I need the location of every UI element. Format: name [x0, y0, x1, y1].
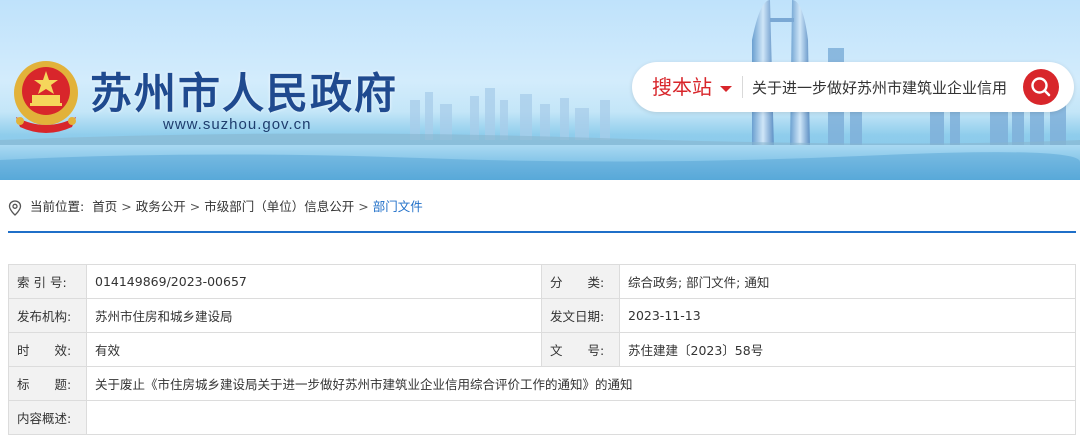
- breadcrumb-separator: >: [189, 199, 201, 214]
- validity-label: 时 效:: [8, 332, 87, 367]
- site-banner: 苏州市人民政府 www.suzhou.gov.cn 搜本站: [0, 0, 1080, 180]
- table-row: 时 效: 有效 文 号: 苏住建建〔2023〕58号: [8, 332, 1076, 367]
- search-scope-dropdown[interactable]: 搜本站: [652, 62, 732, 112]
- breadcrumb-prefix: 当前位置:: [30, 199, 85, 214]
- site-url[interactable]: www.suzhou.gov.cn: [163, 116, 311, 133]
- breadcrumb-divider: [8, 231, 1076, 233]
- search-icon: [1031, 77, 1051, 97]
- date-label: 发文日期:: [541, 298, 620, 333]
- summary-value: [86, 400, 1076, 435]
- breadcrumb-separator: >: [121, 199, 132, 214]
- location-pin-icon: [8, 199, 22, 216]
- search-separator: [742, 76, 743, 98]
- national-emblem-icon: [14, 61, 78, 133]
- title-label: 标 题:: [8, 366, 87, 401]
- caret-down-icon: [720, 85, 732, 92]
- document-info-table: 索 引 号: 014149869/2023-00657 分 类: 综合政务; 部…: [8, 264, 1076, 435]
- index-label: 索 引 号:: [8, 264, 87, 299]
- breadcrumb-dept-docs[interactable]: 部门文件: [373, 199, 423, 214]
- breadcrumb-gov-affairs[interactable]: 政务公开: [136, 199, 186, 214]
- date-value: 2023-11-13: [619, 298, 1076, 333]
- site-title[interactable]: 苏州市人民政府: [90, 60, 398, 121]
- breadcrumb-home[interactable]: 首页: [92, 199, 117, 214]
- search-scope-label: 搜本站: [652, 75, 712, 99]
- breadcrumb: 当前位置: 首页 > 政务公开 > 市级部门（单位）信息公开 > 部门文件: [8, 197, 423, 217]
- title-value: 关于废止《市住房城乡建设局关于进一步做好苏州市建筑业企业信用综合评价工作的通知》…: [86, 366, 1076, 401]
- validity-value: 有效: [86, 332, 542, 367]
- search-button[interactable]: [1023, 69, 1059, 105]
- search-input[interactable]: [752, 74, 1010, 100]
- breadcrumb-dept-info[interactable]: 市级部门（单位）信息公开: [204, 199, 354, 214]
- table-row: 发布机构: 苏州市住房和城乡建设局 发文日期: 2023-11-13: [8, 298, 1076, 333]
- index-value: 014149869/2023-00657: [86, 264, 542, 299]
- summary-label: 内容概述:: [8, 400, 87, 435]
- table-row: 内容概述:: [8, 400, 1076, 435]
- doc-number-value: 苏住建建〔2023〕58号: [619, 332, 1076, 367]
- publisher-label: 发布机构:: [8, 298, 87, 333]
- search-bar: 搜本站: [632, 62, 1074, 112]
- table-row: 标 题: 关于废止《市住房城乡建设局关于进一步做好苏州市建筑业企业信用综合评价工…: [8, 366, 1076, 401]
- breadcrumb-separator: >: [358, 199, 369, 214]
- category-label: 分 类:: [541, 264, 620, 299]
- table-row: 索 引 号: 014149869/2023-00657 分 类: 综合政务; 部…: [8, 264, 1076, 299]
- doc-number-label: 文 号:: [541, 332, 620, 367]
- category-value: 综合政务; 部门文件; 通知: [619, 264, 1076, 299]
- publisher-value: 苏州市住房和城乡建设局: [86, 298, 542, 333]
